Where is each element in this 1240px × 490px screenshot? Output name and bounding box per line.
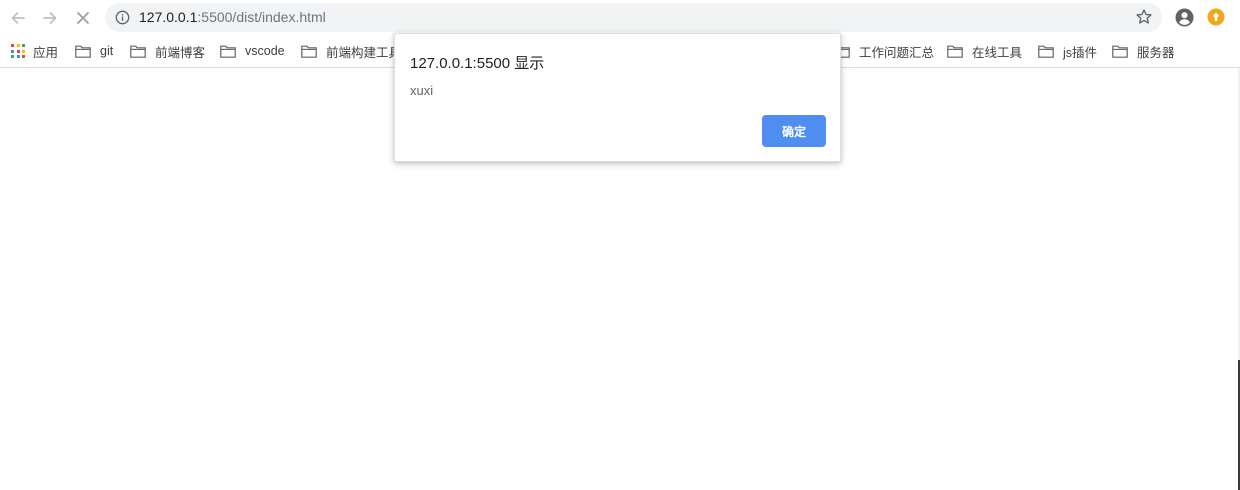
info-icon[interactable] <box>115 10 130 25</box>
extension-icon[interactable] <box>1207 8 1225 26</box>
dialog-title: 127.0.0.1:5500 显示 <box>410 55 545 72</box>
bookmark-label: 前端构建工具 <box>326 45 402 60</box>
address-bar[interactable]: 127.0.0.1:5500/dist/index.html <box>105 3 1162 32</box>
url-host: 127.0.0.1 <box>139 9 198 25</box>
browser-toolbar: 127.0.0.1:5500/dist/index.html <box>0 0 1240 36</box>
url-path: :5500/dist/index.html <box>197 9 326 25</box>
bookmark-folder-build-tools[interactable]: 前端构建工具 <box>301 40 401 62</box>
bookmark-folder-online-tools[interactable]: 在线工具 <box>947 40 1022 62</box>
bookmark-label: git <box>100 44 114 58</box>
bookmark-folder-blog[interactable]: 前端博客 <box>130 40 205 62</box>
folder-icon <box>1038 45 1054 58</box>
bookmark-folder-js-plugins[interactable]: js插件 <box>1038 40 1097 62</box>
bookmark-label: js插件 <box>1063 45 1098 60</box>
ok-button[interactable]: 确定 <box>762 115 826 147</box>
forward-button[interactable] <box>38 6 62 30</box>
folder-icon <box>301 45 317 58</box>
bookmark-apps[interactable]: 应用 <box>11 40 58 62</box>
folder-icon <box>947 45 963 58</box>
back-button[interactable] <box>6 6 30 30</box>
arrow-right-icon <box>43 12 57 24</box>
folder-icon <box>130 45 146 58</box>
bookmark-folder-vscode[interactable]: vscode <box>220 40 285 62</box>
folder-icon <box>75 45 91 58</box>
bookmark-label: 服务器 <box>1137 45 1175 60</box>
dialog-message: xuxi <box>410 83 434 98</box>
bookmark-label: 前端博客 <box>155 45 206 60</box>
folder-icon <box>1112 45 1128 58</box>
arrow-left-icon <box>11 12 25 24</box>
close-icon <box>77 12 89 24</box>
bookmark-label: 工作问题汇总 <box>859 45 935 60</box>
bookmark-folder-git[interactable]: git <box>75 40 113 62</box>
bookmark-label: 应用 <box>33 45 59 60</box>
url-text[interactable]: 127.0.0.1:5500/dist/index.html <box>139 9 326 26</box>
star-icon[interactable] <box>1135 8 1153 26</box>
stop-loading-button[interactable] <box>71 6 95 30</box>
bookmark-folder-work-issues[interactable]: 工作问题汇总 <box>834 40 934 62</box>
browser-window: 127.0.0.1:5500/dist/index.html 应用 git 前端… <box>0 0 1240 490</box>
account-circle-icon[interactable] <box>1175 8 1194 27</box>
bookmark-folder-servers[interactable]: 服务器 <box>1112 40 1175 62</box>
bookmark-label: vscode <box>245 44 285 58</box>
folder-icon <box>220 45 236 58</box>
alert-dialog: 127.0.0.1:5500 显示 xuxi 确定 <box>394 33 841 162</box>
apps-grid-icon <box>11 44 25 58</box>
bookmark-label: 在线工具 <box>972 45 1023 60</box>
